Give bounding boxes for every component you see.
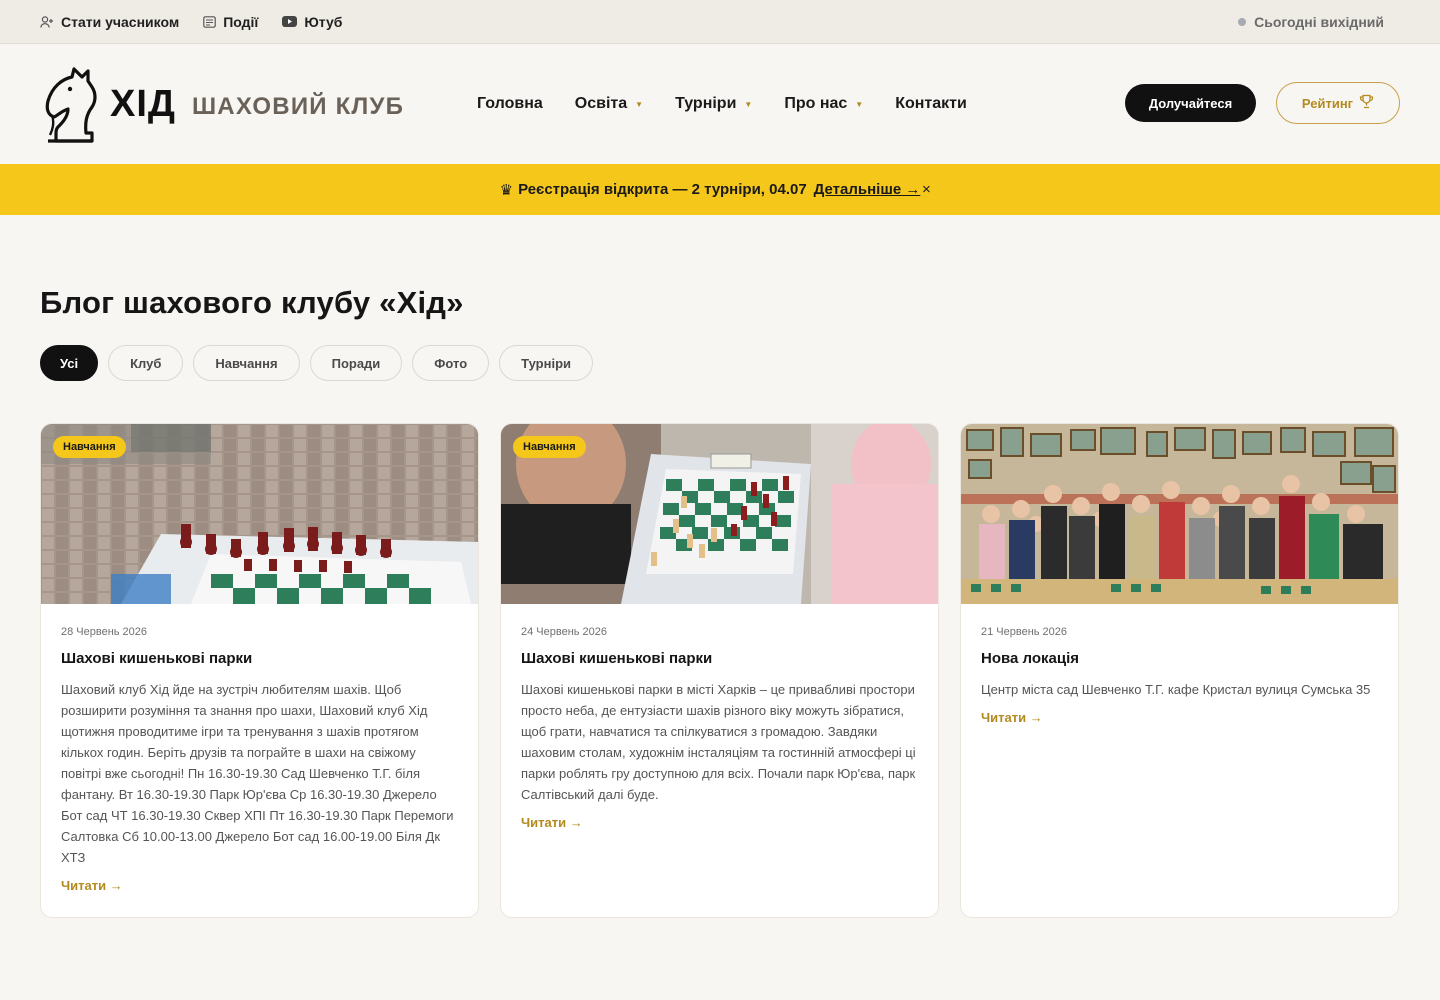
post-body: 21 Червень 2026 Нова локація Центр міста… <box>961 604 1398 747</box>
post-date: 28 Червень 2026 <box>61 626 148 638</box>
main-content: Блог шахового клубу «Хід» Усі Клуб Навча… <box>0 285 1440 918</box>
nav-item-contacts[interactable]: Контакти <box>895 95 967 113</box>
user-plus-icon <box>40 15 54 28</box>
announcement-bar: ♛ Реєстрація відкрита — 2 турніри, 04.07… <box>0 164 1440 215</box>
category-filters: Усі Клуб Навчання Поради Фото Турніри <box>40 345 1400 381</box>
filter-photo[interactable]: Фото <box>412 345 490 381</box>
main-nav: Головна Освіта ▼ Турніри ▼ Про нас ▼ Контак… <box>477 44 967 164</box>
filter-tournaments[interactable]: Турніри <box>499 345 593 381</box>
join-button[interactable]: Долучайтеся <box>1125 84 1256 122</box>
blog-post-list: Навчання 28 Червень 2026 Шахові кишенько… <box>40 423 1400 918</box>
announcement-text: Реєстрація відкрита — 2 турніри, 04.07 <box>518 181 807 198</box>
logo-title: ХІД <box>110 82 176 125</box>
nav-label: Контакти <box>895 95 967 112</box>
rating-label: Рейтинг <box>1301 95 1354 111</box>
blog-post-card[interactable]: Навчання 28 Червень 2026 Шахові кишенько… <box>40 423 479 918</box>
close-icon[interactable]: × <box>922 181 931 198</box>
logo-subtitle: ШАХОВИЙ КЛУБ <box>191 93 405 120</box>
blog-post-card[interactable]: 21 Червень 2026 Нова локація Центр міста… <box>960 423 1399 918</box>
nav-label: Турніри <box>675 95 737 112</box>
read-more-link[interactable]: Читати → <box>61 878 123 893</box>
post-excerpt: Центр міста сад Шевченко Т.Г. кафе Крист… <box>981 682 1371 697</box>
post-title[interactable]: Шахові кишенькові парки <box>521 650 918 667</box>
announcement-content: ♛ Реєстрація відкрита — 2 турніри, 04.07… <box>500 181 921 199</box>
post-excerpt: Шаховий клуб Хід йде на зустріч любителя… <box>61 682 454 865</box>
post-excerpt: Шахові кишенькові парки в місті Харків –… <box>521 682 916 802</box>
site-header: ХІД ШАХОВИЙ КЛУБ Головна Освіта ▼ Турніри… <box>0 44 1440 164</box>
topbar-links: Стати учасником Події Ютуб <box>40 14 342 30</box>
filter-learning[interactable]: Навчання <box>193 345 300 381</box>
header-actions: Долучайтеся Рейтинг <box>1125 82 1400 124</box>
youtube-label: Ютуб <box>304 13 343 30</box>
post-body: 28 Червень 2026 Шахові кишенькові парки … <box>41 604 478 915</box>
become-member-label: Стати учасником <box>61 13 180 30</box>
nav-item-home[interactable]: Головна <box>477 95 543 113</box>
nav-item-about[interactable]: Про нас ▼ <box>784 95 863 113</box>
events-link[interactable]: Події <box>203 14 258 30</box>
filter-tips[interactable]: Поради <box>309 345 403 381</box>
trophy-icon <box>1359 94 1374 112</box>
post-tag-badge: Навчання <box>513 436 586 458</box>
chevron-down-icon: ▼ <box>855 99 864 109</box>
youtube-link[interactable]: Ютуб <box>282 14 342 30</box>
read-more-link[interactable]: Читати → <box>981 710 1043 725</box>
post-date: 21 Червень 2026 <box>981 626 1068 638</box>
nav-item-tournaments[interactable]: Турніри ▼ <box>675 95 752 113</box>
chevron-down-icon: ▼ <box>744 99 753 109</box>
post-image-outdoor-chess-board: Навчання <box>41 424 478 604</box>
rating-button[interactable]: Рейтинг <box>1276 82 1400 124</box>
crown-icon: ♛ <box>499 181 514 199</box>
club-status: Сьогодні вихідний <box>1238 14 1384 30</box>
status-text: Сьогодні вихідний <box>1254 13 1384 30</box>
post-title[interactable]: Нова локація <box>981 650 1378 667</box>
page-title: Блог шахового клубу «Хід» <box>40 285 464 320</box>
events-label: Події <box>223 13 259 30</box>
chevron-down-icon: ▼ <box>635 99 644 109</box>
filter-club[interactable]: Клуб <box>108 345 184 381</box>
post-image-chess-table-game: Навчання <box>501 424 938 604</box>
nav-label: Головна <box>477 95 543 112</box>
post-image-group-photo <box>961 424 1398 604</box>
announcement-details-link[interactable]: Детальніше → <box>814 181 921 198</box>
post-date: 24 Червень 2026 <box>521 626 608 638</box>
nav-label: Про нас <box>784 95 848 112</box>
top-utility-bar: Стати учасником Події Ютуб Сьогодні вихі… <box>0 0 1440 44</box>
chess-knight-icon <box>40 57 100 152</box>
nav-item-education[interactable]: Освіта ▼ <box>575 95 643 113</box>
post-body: 24 Червень 2026 Шахові кишенькові парки … <box>501 604 938 852</box>
become-member-link[interactable]: Стати учасником <box>40 14 179 30</box>
status-dot-icon <box>1238 17 1247 26</box>
youtube-icon <box>282 16 298 27</box>
post-tag-badge: Навчання <box>53 436 126 458</box>
read-more-link[interactable]: Читати → <box>521 815 583 830</box>
filter-all[interactable]: Усі <box>40 345 99 381</box>
blog-post-card[interactable]: Навчання 24 Червень 2026 Шахові кишенько… <box>500 423 939 918</box>
post-title[interactable]: Шахові кишенькові парки <box>61 650 458 667</box>
newspaper-icon <box>203 15 217 28</box>
site-logo[interactable]: ХІД ШАХОВИЙ КЛУБ <box>40 57 420 152</box>
nav-label: Освіта <box>574 95 628 112</box>
